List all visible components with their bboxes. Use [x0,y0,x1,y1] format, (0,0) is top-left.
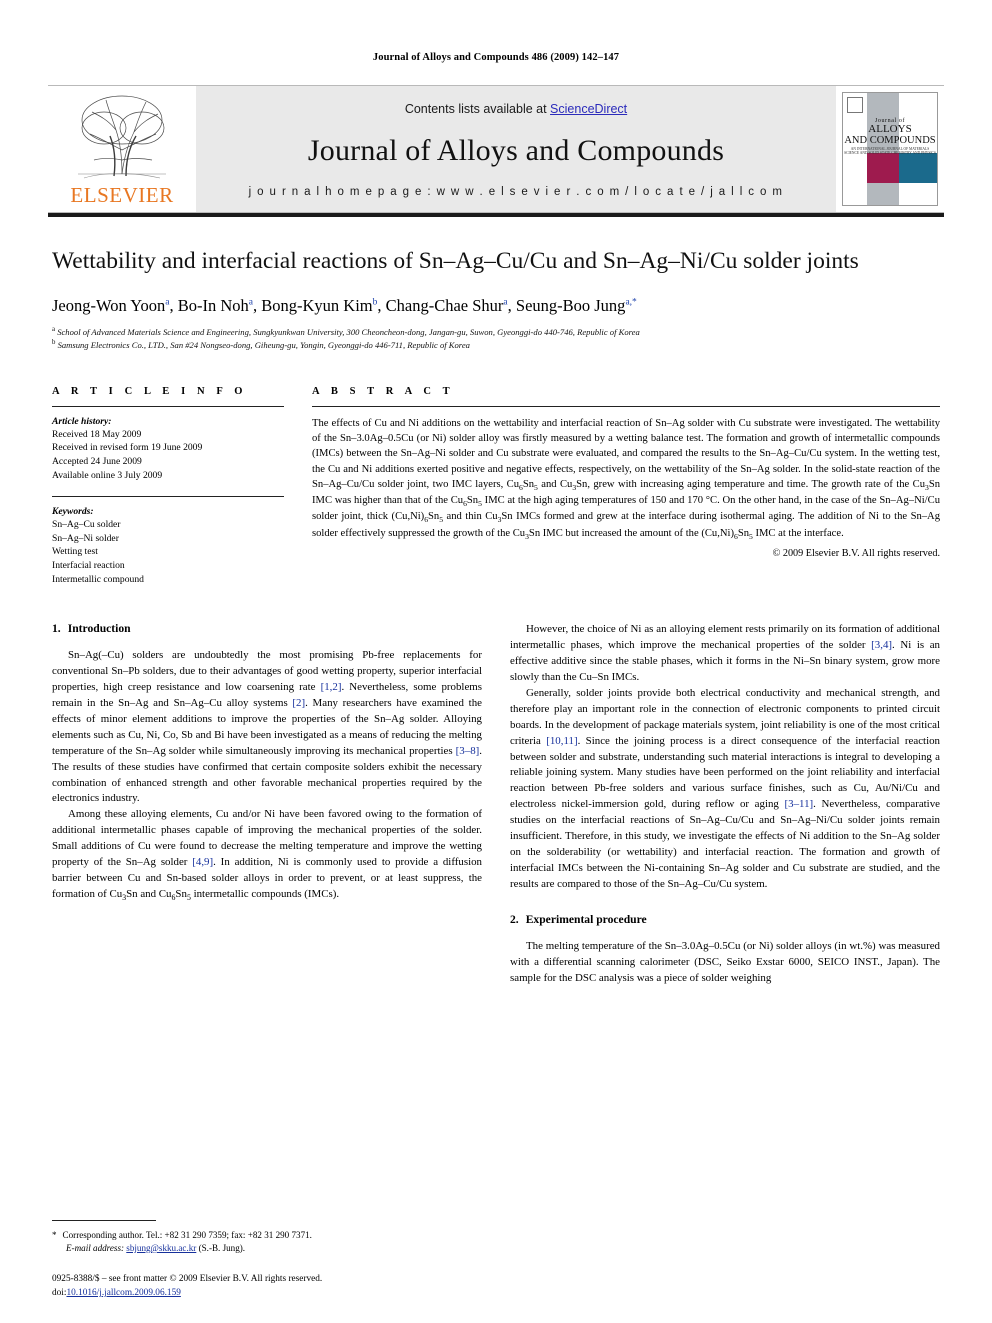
keywords-rule [52,496,284,498]
cover-publisher-mark [847,97,863,113]
doi-link[interactable]: 10.1016/j.jallcom.2009.06.159 [66,1288,180,1298]
abstract-rule [312,405,940,407]
affiliation-b-text: Samsung Electronics Co., LTD., San #24 N… [57,340,470,351]
email-link[interactable]: sbjung@skku.ac.kr [126,1243,196,1253]
keyword-item: Wetting test [52,546,98,558]
section-number: 2. [510,912,519,926]
keywords-label: Keywords: [52,506,94,518]
cover-line-2: ALLOYS [868,122,912,135]
paragraph: Sn–Ag(–Cu) solders are undoubtedly the m… [52,649,482,805]
corresponding-author-text: Corresponding author. Tel.: +82 31 290 7… [62,1229,312,1240]
paper-page: Journal of Alloys and Compounds 486 (200… [0,0,992,1323]
email-suffix: (S.-B. Jung). [198,1242,246,1253]
cover-magenta-block [867,153,900,183]
body-columns: 1. Introduction Sn–Ag(–Cu) solders are un… [52,622,940,986]
elsevier-tree-icon [78,95,166,179]
masthead-center: Contents lists available at ScienceDirec… [196,86,836,212]
issn-block: 0925-8388/$ – see front matter © 2009 El… [52,1273,472,1301]
article-info-heading: A R T I C L E I N F O [52,385,248,397]
sciencedirect-link[interactable]: ScienceDirect [550,102,627,116]
doi-line: doi:10.1016/j.jallcom.2009.06.159 [52,1287,472,1301]
affiliation-a: a School of Advanced Materials Science a… [52,326,640,337]
cover-teal-block [899,153,937,183]
elsevier-wordmark: ELSEVIER [70,183,174,207]
abstract-heading: A B S T R A C T [312,385,455,397]
title-block: Wettability and interfacial reactions of… [52,247,940,352]
history-item: Accepted 24 June 2009 [52,455,142,467]
journal-cover-thumbnail: Journal of ALLOYS AND COMPOUNDS AN INTER… [842,92,938,206]
section-heading-experimental: 2. Experimental procedure [510,913,940,926]
paragraph: However, the choice of Ni as an alloying… [510,623,940,683]
asterisk-icon: * [52,1229,57,1240]
page-title: Wettability and interfacial reactions of… [52,248,859,274]
contents-prefix: Contents lists available at [404,102,551,116]
section-title: Experimental procedure [525,912,647,926]
elsevier-logo: ELSEVIER [48,86,196,212]
issn-line: 0925-8388/$ – see front matter © 2009 El… [52,1274,323,1285]
section-number: 1. [52,622,61,636]
info-abstract-row: A R T I C L E I N F O Article history: R… [52,386,940,586]
running-head: Journal of Alloys and Compounds 486 (200… [372,52,620,63]
paragraph: The melting temperature of the Sn–3.0Ag–… [510,939,940,984]
corresponding-author-note: * Corresponding author. Tel.: +82 31 290 … [52,1229,472,1242]
contents-available-line: Contents lists available at ScienceDirec… [405,102,627,116]
history-item: Received in revised form 19 June 2009 [52,442,203,454]
keyword-item: Sn–Ag–Cu solder [52,519,121,531]
abstract-copyright: © 2009 Elsevier B.V. All rights reserved… [772,547,940,559]
body-column-left: 1. Introduction Sn–Ag(–Cu) solders are un… [52,622,482,986]
keyword-item: Sn–Ag–Ni solder [52,532,119,544]
affiliation-b: b Samsung Electronics Co., LTD., San #24… [52,339,470,351]
article-history-label: Article history: [52,415,112,427]
doi-label: doi: [52,1288,67,1299]
article-info-column: A R T I C L E I N F O Article history: R… [52,386,284,586]
paragraph: Among these alloying elements, Cu and/or… [52,808,482,903]
keyword-item: Interfacial reaction [52,559,125,571]
cover-title-text: Journal of ALLOYS AND COMPOUNDS AN INTER… [843,118,937,156]
footnotes: * Corresponding author. Tel.: +82 31 290 … [52,1219,472,1301]
journal-masthead: ELSEVIER Contents lists available at Sci… [48,85,944,213]
journal-homepage-line[interactable]: j o u r n a l h o m e p a g e : w w w . … [249,186,784,198]
email-note: E-mail address: sbjung@skku.ac.kr (S.-B.… [52,1242,472,1255]
affiliation-a-text: School of Advanced Materials Science and… [57,326,640,337]
abstract-column: A B S T R A C T The effects of Cu and Ni… [312,386,940,586]
article-info-rule [52,405,284,407]
paragraph: Generally, solder joints provide both el… [510,686,940,890]
keyword-item: Intermetallic compound [52,573,144,585]
footnote-rule [52,1219,156,1221]
section-title: Introduction [67,622,131,636]
masthead-bottom-rule [48,213,944,217]
body-column-right: However, the choice of Ni as an alloying… [510,622,940,986]
email-label: E-mail address: [66,1242,125,1253]
section-heading-introduction: 1. Introduction [52,622,482,635]
journal-title: Journal of Alloys and Compounds [307,134,725,167]
history-item: Received 18 May 2009 [52,428,142,440]
history-item: Available online 3 July 2009 [52,469,163,481]
author-list: Jeong-Won Yoona, Bo-In Noha, Bong-Kyun K… [52,295,637,315]
abstract-body: The effects of Cu and Ni additions on th… [312,417,941,541]
cover-line-3: AND COMPOUNDS [844,135,936,147]
cover-line-4: AN INTERNATIONAL JOURNAL OF MATERIALS SC… [844,147,936,156]
